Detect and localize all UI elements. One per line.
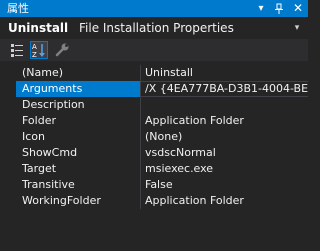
property-value[interactable]: Application Folder	[141, 193, 308, 209]
row-gutter	[0, 193, 16, 209]
row-gutter	[0, 129, 16, 145]
property-pages-wrench-icon[interactable]	[54, 42, 70, 58]
property-name: (Name)	[22, 66, 64, 79]
property-value[interactable]: vsdscNormal	[141, 145, 308, 161]
property-name: Description	[22, 98, 85, 111]
property-row-icon[interactable]: Icon (None)	[0, 129, 308, 145]
property-value[interactable]	[141, 97, 308, 113]
close-icon[interactable]: ✕	[291, 0, 305, 17]
row-gutter	[0, 81, 16, 97]
property-value[interactable]: False	[141, 177, 308, 193]
pin-icon[interactable]	[272, 0, 286, 17]
property-name: Folder	[22, 114, 56, 127]
alphabetical-sort-icon[interactable]: A Z	[30, 41, 48, 59]
property-value[interactable]: /X {4EA777BA-D3B1-4004-BE	[141, 81, 308, 97]
property-value[interactable]: msiexec.exe	[141, 161, 308, 177]
row-gutter	[0, 177, 16, 193]
svg-text:A: A	[32, 43, 37, 51]
property-row-showcmd[interactable]: ShowCmd vsdscNormal	[0, 145, 308, 161]
property-row-arguments[interactable]: Arguments /X {4EA777BA-D3B1-4004-BE	[0, 81, 308, 97]
object-type: File Installation Properties	[79, 21, 234, 35]
svg-text:Z: Z	[32, 51, 37, 58]
property-row-transitive[interactable]: Transitive False	[0, 177, 308, 193]
property-grid: (Name) Uninstall Arguments /X {4EA777BA-…	[0, 65, 308, 209]
property-row-name[interactable]: (Name) Uninstall	[0, 65, 308, 81]
window-dropdown-icon[interactable]: ▾	[254, 0, 268, 17]
row-gutter	[0, 113, 16, 129]
property-name: Arguments	[16, 81, 140, 97]
property-value[interactable]: (None)	[141, 129, 308, 145]
property-name: Icon	[22, 130, 45, 143]
row-gutter	[0, 65, 16, 81]
grid-empty-area	[0, 216, 308, 251]
property-row-description[interactable]: Description	[0, 97, 308, 113]
categorized-icon[interactable]	[9, 42, 25, 58]
property-name: WorkingFolder	[22, 194, 101, 207]
object-name: Uninstall	[8, 21, 69, 35]
row-gutter	[0, 161, 16, 177]
title-bar[interactable]: 属性 ▾ ✕	[0, 0, 308, 17]
property-value[interactable]: Uninstall	[141, 65, 308, 81]
object-dropdown-icon[interactable]: ▾	[291, 21, 303, 35]
property-name: ShowCmd	[22, 146, 78, 159]
properties-toolbar: A Z	[0, 39, 308, 61]
properties-window: 属性 ▾ ✕ Uninstall File Installation Prope…	[0, 0, 308, 251]
property-name: Transitive	[22, 178, 75, 191]
property-name: Target	[22, 162, 57, 175]
property-row-folder[interactable]: Folder Application Folder	[0, 113, 308, 129]
row-gutter	[0, 145, 16, 161]
window-title: 属性	[7, 2, 29, 15]
property-value[interactable]: Application Folder	[141, 113, 308, 129]
row-gutter	[0, 97, 16, 113]
property-row-workingfolder[interactable]: WorkingFolder Application Folder	[0, 193, 308, 209]
selected-object-header[interactable]: Uninstall File Installation Properties ▾	[0, 17, 308, 39]
property-row-target[interactable]: Target msiexec.exe	[0, 161, 308, 177]
